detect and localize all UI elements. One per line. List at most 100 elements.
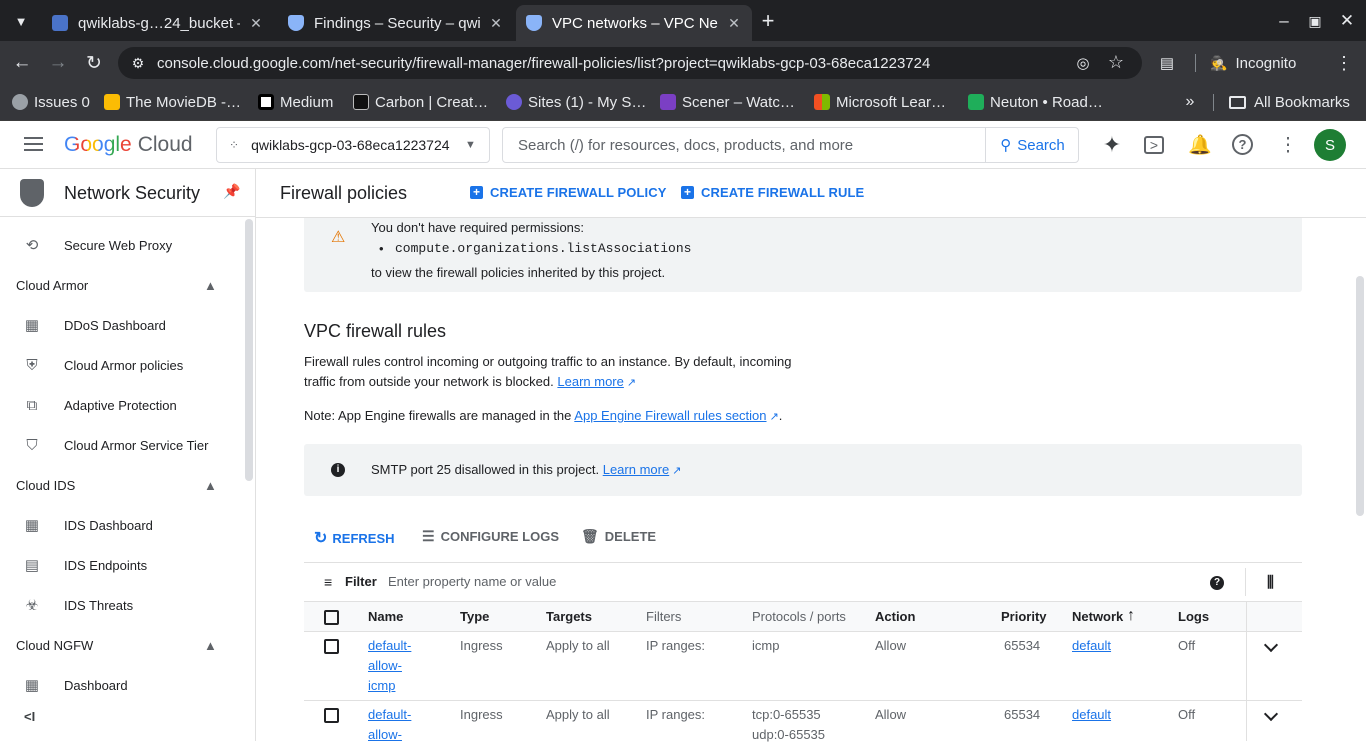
column-display-icon[interactable]: ⫼: [1267, 574, 1274, 591]
rule-targets: Apply to all: [546, 707, 610, 722]
more-bookmarks-icon[interactable]: »: [1180, 92, 1200, 112]
add-icon: +: [681, 186, 694, 199]
google-cloud-logo[interactable]: Google Cloud: [64, 133, 193, 157]
help-icon[interactable]: ?: [1210, 576, 1224, 590]
url-text: console.cloud.google.com/net-security/fi…: [157, 54, 931, 72]
sidebar-section-cloud-ngfw[interactable]: Cloud NGFW ▲: [0, 625, 243, 665]
bookmark-moviedb[interactable]: The MovieDB -…: [104, 92, 241, 112]
delete-button[interactable]: 🗑 DELETE: [581, 528, 656, 545]
sidebar-item-dashboard[interactable]: ▦ Dashboard: [0, 665, 243, 705]
smtp-learn-more-link[interactable]: Learn more: [603, 462, 669, 477]
sidebar-item-ids-endpoints[interactable]: ▤ IDS Endpoints: [0, 545, 243, 585]
all-bookmarks[interactable]: All Bookmarks: [1229, 92, 1350, 112]
column-header-action[interactable]: Action: [875, 609, 915, 624]
bookmark-carbon[interactable]: Carbon | Creat…: [353, 92, 488, 112]
notifications-icon[interactable]: 🔔: [1188, 133, 1212, 157]
sidebar-item-cloud-armor-service-tier[interactable]: ⛉ Cloud Armor Service Tier: [0, 425, 243, 465]
reading-list-icon[interactable]: ▤: [1156, 52, 1178, 74]
search-icon: ⚲: [1000, 137, 1012, 154]
close-tab-icon[interactable]: ✕: [726, 15, 742, 32]
sidebar-item-adaptive-protection[interactable]: ⧉ Adaptive Protection: [0, 385, 243, 425]
sidebar-item-ddos-dashboard[interactable]: ▦ DDoS Dashboard: [0, 305, 243, 345]
browser-tab-3-active[interactable]: VPC networks – VPC Net ✕: [516, 5, 752, 41]
sidebar-item-ids-threats[interactable]: ☣ IDS Threats: [0, 585, 243, 625]
back-icon[interactable]: ←: [10, 51, 34, 75]
rule-protocols: icmp: [752, 638, 780, 653]
permissions-line-3: to view the firewall policies inherited …: [371, 265, 666, 280]
minimize-icon[interactable]: –: [1272, 9, 1296, 33]
rule-network-link[interactable]: default: [1072, 705, 1111, 725]
address-bar[interactable]: ⚙ console.cloud.google.com/net-security/…: [118, 47, 1142, 79]
select-all-checkbox[interactable]: [324, 610, 339, 625]
bookmark-star-icon[interactable]: ☆: [1106, 52, 1126, 72]
column-header-priority[interactable]: Priority: [1001, 609, 1047, 624]
app-engine-firewall-link[interactable]: App Engine Firewall rules section: [574, 408, 766, 423]
tab-search-icon[interactable]: ▼: [10, 10, 32, 32]
close-tab-icon[interactable]: ✕: [488, 15, 504, 32]
pin-icon[interactable]: 📌: [223, 183, 240, 200]
close-tab-icon[interactable]: ✕: [248, 15, 264, 32]
close-window-icon[interactable]: ✕: [1335, 9, 1359, 33]
configure-logs-button[interactable]: ☰ CONFIGURE LOGS: [422, 528, 559, 545]
collapse-sidebar-icon[interactable]: <I: [24, 709, 35, 724]
neuton-icon: [968, 94, 984, 110]
gemini-icon[interactable]: ✦: [1100, 132, 1124, 157]
column-header-network[interactable]: Network: [1072, 609, 1123, 624]
site-info-icon[interactable]: ⚙: [128, 53, 148, 73]
sidebar-section-cloud-ids[interactable]: Cloud IDS ▲: [0, 465, 243, 505]
delete-label: DELETE: [604, 529, 657, 544]
bookmark-issues[interactable]: Issues 0: [12, 92, 90, 112]
browser-tab-1[interactable]: qwiklabs-g…24_bucket – ✕: [42, 5, 274, 41]
bookmark-sites[interactable]: Sites (1) - My S…: [506, 92, 646, 112]
column-header-logs[interactable]: Logs: [1178, 609, 1209, 624]
filter-divider: [1245, 568, 1246, 596]
new-tab-icon[interactable]: +: [756, 8, 780, 33]
project-selector[interactable]: ⁘ qwiklabs-gcp-03-68eca1223724 ▼: [216, 127, 490, 163]
sidebar-item-ids-dashboard[interactable]: ▦ IDS Dashboard: [0, 505, 243, 545]
row-checkbox[interactable]: [324, 708, 339, 723]
bookmark-neuton[interactable]: Neuton • Road…: [968, 92, 1103, 112]
search-button[interactable]: ⚲ Search: [985, 127, 1079, 163]
column-header-name[interactable]: Name: [368, 609, 403, 624]
row-checkbox[interactable]: [324, 639, 339, 654]
rule-network-link[interactable]: default: [1072, 636, 1111, 656]
help-icon[interactable]: ?: [1232, 134, 1253, 155]
refresh-button[interactable]: ↻ REFRESH: [314, 528, 395, 548]
rule-filters: IP ranges:: [646, 707, 706, 722]
main-menu-icon[interactable]: [24, 137, 43, 151]
main-scrollbar[interactable]: [1356, 276, 1364, 516]
cloud-shell-icon[interactable]: >: [1144, 136, 1164, 154]
learn-more-link[interactable]: Learn more: [557, 374, 623, 389]
sidebar-item-cloud-armor-policies[interactable]: ⛨ Cloud Armor policies: [0, 345, 243, 385]
column-header-type[interactable]: Type: [460, 609, 489, 624]
create-firewall-policy-button[interactable]: + CREATE FIREWALL POLICY: [470, 185, 667, 200]
bookmark-medium[interactable]: Medium: [258, 92, 333, 112]
maximize-icon[interactable]: ▣: [1303, 9, 1327, 33]
vpc-shield-favicon-icon: [526, 15, 542, 31]
network-security-shield-icon: [20, 179, 44, 207]
filter-input[interactable]: Enter property name or value: [388, 574, 1168, 589]
bookmark-microsoft-learn[interactable]: Microsoft Lear…: [814, 92, 946, 112]
bookmark-scener[interactable]: Scener – Watc…: [660, 92, 795, 112]
reload-icon[interactable]: ↻: [82, 51, 106, 75]
chrome-menu-icon[interactable]: ⋮: [1333, 52, 1355, 74]
column-header-protocols[interactable]: Protocols / ports: [752, 609, 846, 624]
avatar[interactable]: S: [1314, 129, 1346, 161]
chevron-up-icon: ▲: [204, 277, 217, 293]
rule-name-link[interactable]: default- allow-: [368, 705, 411, 745]
sidebar-scrollbar[interactable]: [245, 219, 253, 481]
column-header-targets[interactable]: Targets: [546, 609, 592, 624]
dashboard-icon: ▦: [24, 317, 40, 334]
rule-name-link[interactable]: default- allow- icmp: [368, 636, 411, 696]
permission-item: compute.organizations.listAssociations: [395, 241, 692, 256]
sidebar-section-cloud-armor[interactable]: Cloud Armor ▲: [0, 265, 243, 305]
eye-off-icon[interactable]: ◎: [1073, 53, 1093, 73]
column-header-filters[interactable]: Filters: [646, 609, 681, 624]
incognito-chip[interactable]: 🕵 Incognito: [1210, 48, 1296, 78]
sidebar-item-secure-web-proxy[interactable]: ⟲ Secure Web Proxy: [0, 225, 243, 265]
forward-icon[interactable]: →: [46, 51, 70, 75]
sort-ascending-icon[interactable]: ↑: [1127, 607, 1135, 625]
browser-tab-2[interactable]: Findings – Security – qwi ✕: [278, 5, 514, 41]
create-firewall-rule-button[interactable]: + CREATE FIREWALL RULE: [681, 185, 864, 200]
more-options-icon[interactable]: ⋮: [1276, 133, 1300, 157]
